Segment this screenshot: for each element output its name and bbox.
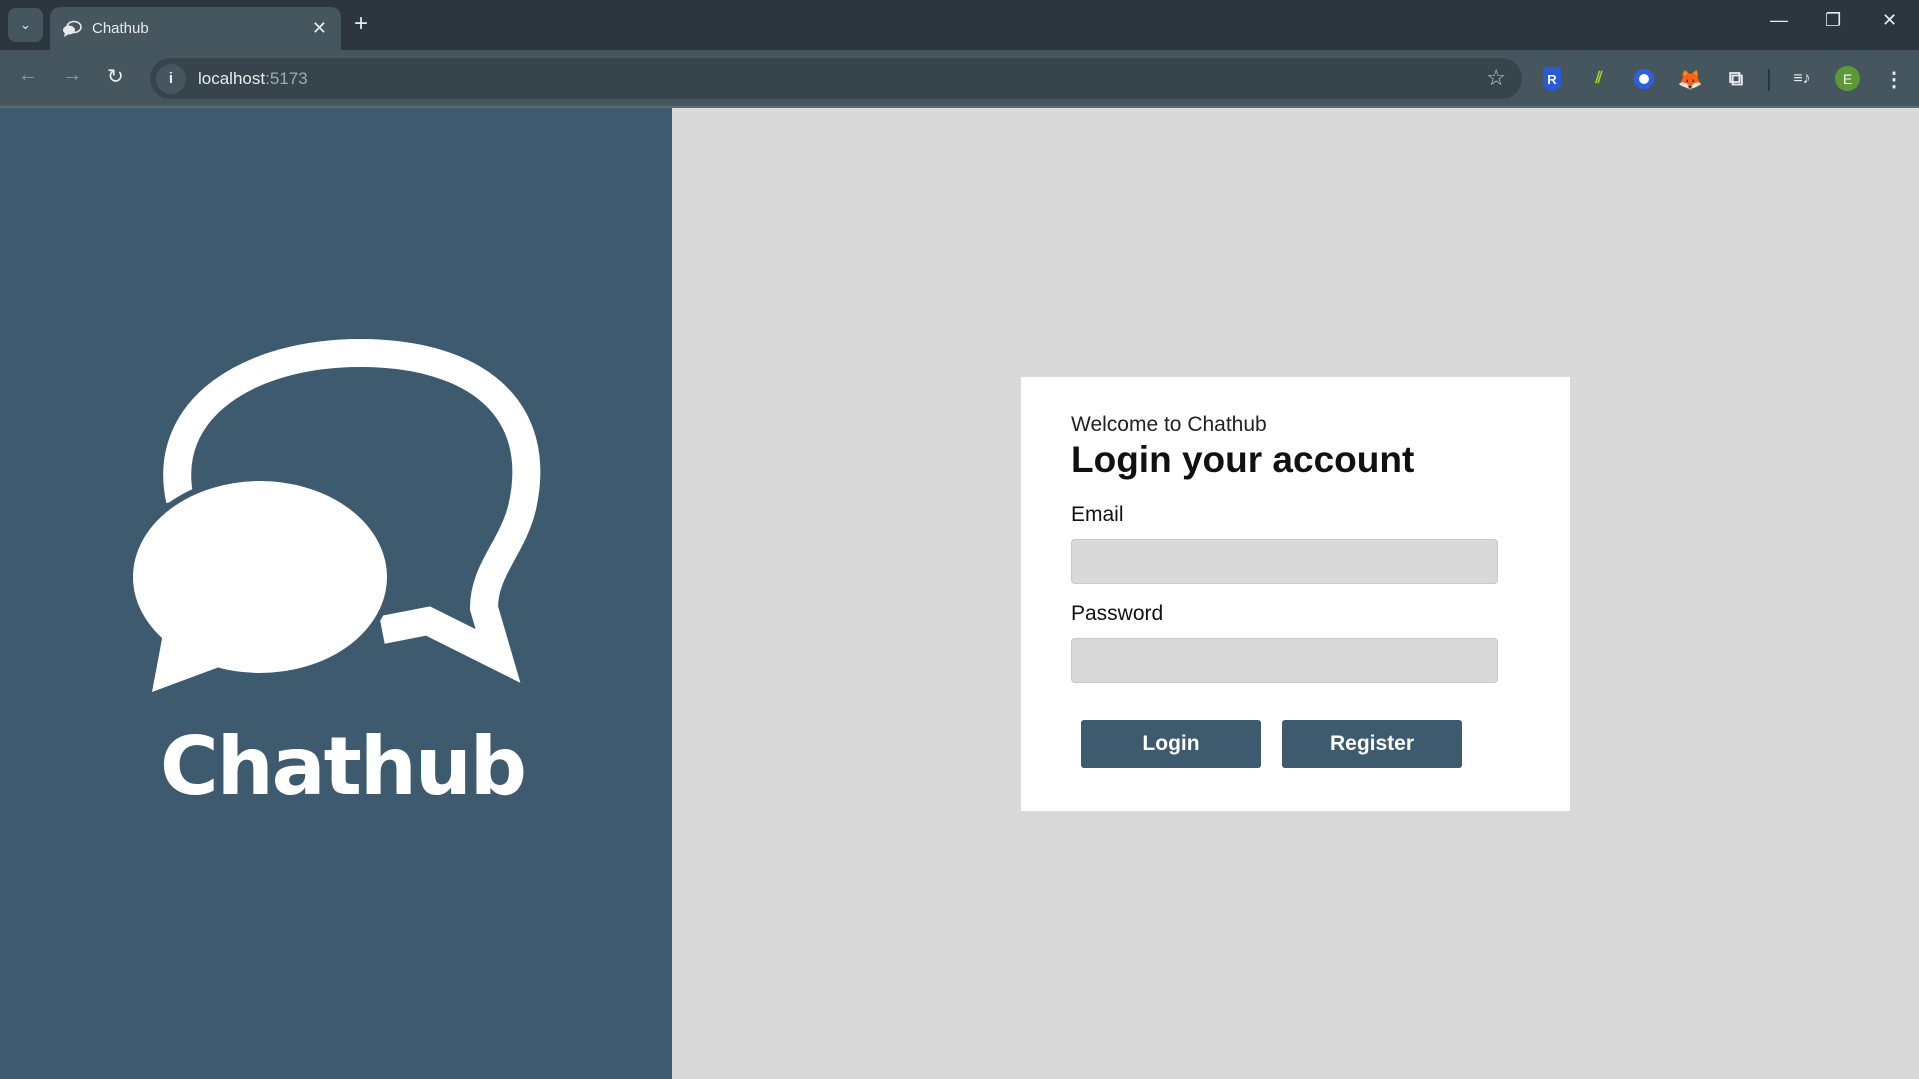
browser-toolbar: ← → ↻ i localhost:5173 ☆ R ⫽ 🦊 ⧉ ≡♪ E ⋮ [0, 50, 1919, 108]
forward-icon[interactable]: → [62, 64, 82, 87]
brand-panel: Chathub [0, 108, 672, 1079]
menu-kebab-icon[interactable]: ⋮ [1882, 67, 1906, 91]
login-card: Welcome to Chathub Login your account Em… [1021, 377, 1570, 811]
password-label: Password [1071, 602, 1164, 625]
page-title: Login your account [1071, 439, 1415, 480]
site-info-icon[interactable]: i [156, 63, 186, 94]
minimize-icon[interactable]: — [1770, 10, 1788, 31]
bookmark-star-icon[interactable]: ☆ [1486, 65, 1506, 91]
url-host: localhost [198, 68, 266, 88]
restore-icon[interactable]: ❐ [1825, 10, 1841, 31]
toolbar-divider [1768, 69, 1770, 91]
circle-extension-icon[interactable] [1634, 69, 1654, 89]
profile-avatar[interactable]: E [1835, 66, 1860, 91]
metamask-fox-icon[interactable]: 🦊 [1678, 67, 1703, 91]
url-port: :5173 [265, 68, 308, 88]
email-field[interactable] [1071, 539, 1498, 584]
password-field[interactable] [1071, 638, 1498, 683]
tab-strip: ⌄ Chathub ✕ + — ❐ ✕ [0, 0, 1919, 50]
chevron-down-icon: ⌄ [20, 17, 31, 32]
puzzle-extensions-icon[interactable]: ⧉ [1724, 67, 1748, 91]
close-window-icon[interactable]: ✕ [1882, 10, 1897, 31]
browser-tab[interactable]: Chathub ✕ [50, 7, 341, 50]
new-tab-button[interactable]: + [354, 10, 368, 38]
reload-icon[interactable]: ↻ [107, 64, 124, 89]
login-button[interactable]: Login [1081, 720, 1261, 768]
r-shield-icon[interactable]: R [1543, 67, 1561, 91]
brand-name: Chathub [160, 720, 527, 813]
chart-extension-icon[interactable]: ⫽ [1587, 67, 1611, 91]
welcome-text: Welcome to Chathub [1071, 413, 1267, 436]
address-bar[interactable]: i localhost:5173 ☆ [150, 58, 1522, 99]
chathub-logo-icon [127, 338, 541, 692]
email-label: Email [1071, 503, 1124, 526]
tab-title: Chathub [92, 20, 149, 37]
close-tab-icon[interactable]: ✕ [312, 18, 327, 39]
register-button[interactable]: Register [1282, 720, 1462, 768]
media-control-icon[interactable]: ≡♪ [1790, 67, 1814, 91]
back-icon[interactable]: ← [18, 64, 38, 87]
chat-bubbles-icon [63, 20, 82, 37]
tab-search-button[interactable]: ⌄ [8, 8, 43, 42]
